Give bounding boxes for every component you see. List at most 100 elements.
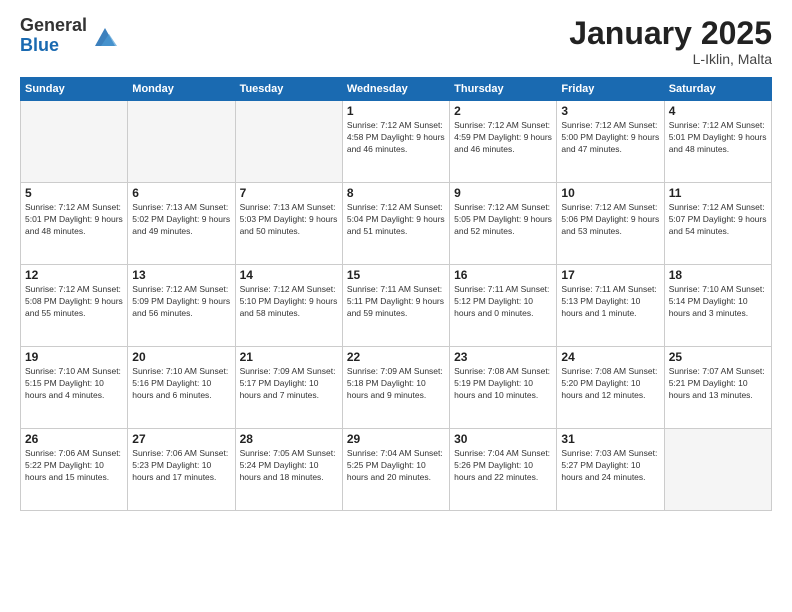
day-cell: 20 Sunrise: 7:10 AM Sunset: 5:16 PM Dayli… [128,347,235,429]
day-number: 29 [347,432,445,446]
day-info: Sunrise: 7:12 AM Sunset: 5:01 PM Dayligh… [669,120,767,156]
day-number: 24 [561,350,659,364]
day-cell: 5Sunrise: 7:12 AM Sunset: 5:01 PM Daylig… [21,183,128,265]
logo-blue: Blue [20,36,87,56]
day-number: 1 [347,104,445,118]
day-cell: 30 Sunrise: 7:04 AM Sunset: 5:26 PM Dayli… [450,429,557,511]
day-info: Sunrise: 7:09 AM Sunset: 5:18 PM Dayligh… [347,366,445,402]
day-cell: 3 Sunrise: 7:12 AM Sunset: 5:00 PM Daylig… [557,101,664,183]
day-info: Sunrise: 7:04 AM Sunset: 5:26 PM Dayligh… [454,448,552,484]
day-info: Sunrise: 7:12 AM Sunset: 5:08 PM Dayligh… [25,284,123,320]
week-row-3: 19Sunrise: 7:10 AM Sunset: 5:15 PM Dayli… [21,347,772,429]
day-number: 18 [669,268,767,282]
day-info: Sunrise: 7:12 AM Sunset: 4:58 PM Dayligh… [347,120,445,156]
day-info: Sunrise: 7:13 AM Sunset: 5:03 PM Dayligh… [240,202,338,238]
day-number: 10 [561,186,659,200]
day-info: Sunrise: 7:07 AM Sunset: 5:21 PM Dayligh… [669,366,767,402]
day-cell: 6 Sunrise: 7:13 AM Sunset: 5:02 PM Daylig… [128,183,235,265]
day-number: 14 [240,268,338,282]
day-cell [128,101,235,183]
day-cell: 17Sunrise: 7:11 AM Sunset: 5:13 PM Dayli… [557,265,664,347]
day-info: Sunrise: 7:05 AM Sunset: 5:24 PM Dayligh… [240,448,338,484]
day-info: Sunrise: 7:11 AM Sunset: 5:12 PM Dayligh… [454,284,552,320]
logo-icon [91,22,119,50]
day-number: 30 [454,432,552,446]
day-cell: 26 Sunrise: 7:06 AM Sunset: 5:22 PM Dayli… [21,429,128,511]
day-info: Sunrise: 7:06 AM Sunset: 5:23 PM Dayligh… [132,448,230,484]
day-info: Sunrise: 7:04 AM Sunset: 5:25 PM Dayligh… [347,448,445,484]
day-cell: 7 Sunrise: 7:13 AM Sunset: 5:03 PM Daylig… [235,183,342,265]
col-header-wednesday: Wednesday [342,78,449,101]
day-cell: 24Sunrise: 7:08 AM Sunset: 5:20 PM Dayli… [557,347,664,429]
day-info: Sunrise: 7:12 AM Sunset: 5:05 PM Dayligh… [454,202,552,238]
day-cell: 23Sunrise: 7:08 AM Sunset: 5:19 PM Dayli… [450,347,557,429]
day-number: 26 [25,432,123,446]
logo-general: General [20,16,87,36]
day-cell: 12Sunrise: 7:12 AM Sunset: 5:08 PM Dayli… [21,265,128,347]
day-number: 7 [240,186,338,200]
day-cell: 14 Sunrise: 7:12 AM Sunset: 5:10 PM Dayli… [235,265,342,347]
day-number: 25 [669,350,767,364]
day-cell: 2 Sunrise: 7:12 AM Sunset: 4:59 PM Daylig… [450,101,557,183]
month-title: January 2025 [569,16,772,51]
logo-text: General Blue [20,16,87,56]
logo: General Blue [20,16,119,56]
day-number: 5 [25,186,123,200]
day-cell: 15Sunrise: 7:11 AM Sunset: 5:11 PM Dayli… [342,265,449,347]
day-number: 2 [454,104,552,118]
day-info: Sunrise: 7:12 AM Sunset: 5:09 PM Dayligh… [132,284,230,320]
day-info: Sunrise: 7:10 AM Sunset: 5:14 PM Dayligh… [669,284,767,320]
day-cell [664,429,771,511]
day-cell: 8 Sunrise: 7:12 AM Sunset: 5:04 PM Daylig… [342,183,449,265]
week-row-2: 12Sunrise: 7:12 AM Sunset: 5:08 PM Dayli… [21,265,772,347]
day-number: 6 [132,186,230,200]
header: General Blue January 2025 L-Iklin, Malta [20,16,772,67]
week-row-1: 5Sunrise: 7:12 AM Sunset: 5:01 PM Daylig… [21,183,772,265]
location: L-Iklin, Malta [569,51,772,67]
day-cell: 27Sunrise: 7:06 AM Sunset: 5:23 PM Dayli… [128,429,235,511]
day-number: 17 [561,268,659,282]
day-info: Sunrise: 7:12 AM Sunset: 5:00 PM Dayligh… [561,120,659,156]
col-header-monday: Monday [128,78,235,101]
day-number: 3 [561,104,659,118]
day-info: Sunrise: 7:12 AM Sunset: 5:06 PM Dayligh… [561,202,659,238]
day-info: Sunrise: 7:10 AM Sunset: 5:16 PM Dayligh… [132,366,230,402]
day-info: Sunrise: 7:13 AM Sunset: 5:02 PM Dayligh… [132,202,230,238]
day-info: Sunrise: 7:10 AM Sunset: 5:15 PM Dayligh… [25,366,123,402]
day-number: 4 [669,104,767,118]
day-cell: 10 Sunrise: 7:12 AM Sunset: 5:06 PM Dayli… [557,183,664,265]
day-cell: 4 Sunrise: 7:12 AM Sunset: 5:01 PM Daylig… [664,101,771,183]
col-header-friday: Friday [557,78,664,101]
day-info: Sunrise: 7:06 AM Sunset: 5:22 PM Dayligh… [25,448,123,484]
day-cell [235,101,342,183]
day-info: Sunrise: 7:12 AM Sunset: 5:10 PM Dayligh… [240,284,338,320]
day-cell [21,101,128,183]
day-number: 31 [561,432,659,446]
day-cell: 18 Sunrise: 7:10 AM Sunset: 5:14 PM Dayli… [664,265,771,347]
col-header-sunday: Sunday [21,78,128,101]
day-info: Sunrise: 7:09 AM Sunset: 5:17 PM Dayligh… [240,366,338,402]
day-info: Sunrise: 7:12 AM Sunset: 5:07 PM Dayligh… [669,202,767,238]
title-area: January 2025 L-Iklin, Malta [569,16,772,67]
day-number: 15 [347,268,445,282]
week-row-4: 26 Sunrise: 7:06 AM Sunset: 5:22 PM Dayli… [21,429,772,511]
day-cell: 28 Sunrise: 7:05 AM Sunset: 5:24 PM Dayli… [235,429,342,511]
day-number: 20 [132,350,230,364]
day-info: Sunrise: 7:12 AM Sunset: 5:04 PM Dayligh… [347,202,445,238]
day-cell: 16 Sunrise: 7:11 AM Sunset: 5:12 PM Dayli… [450,265,557,347]
day-number: 21 [240,350,338,364]
day-number: 16 [454,268,552,282]
day-number: 28 [240,432,338,446]
day-cell: 19Sunrise: 7:10 AM Sunset: 5:15 PM Dayli… [21,347,128,429]
col-header-saturday: Saturday [664,78,771,101]
day-info: Sunrise: 7:12 AM Sunset: 4:59 PM Dayligh… [454,120,552,156]
day-cell: 31 Sunrise: 7:03 AM Sunset: 5:27 PM Dayli… [557,429,664,511]
day-cell: 1 Sunrise: 7:12 AM Sunset: 4:58 PM Daylig… [342,101,449,183]
day-info: Sunrise: 7:03 AM Sunset: 5:27 PM Dayligh… [561,448,659,484]
header-row: SundayMondayTuesdayWednesdayThursdayFrid… [21,78,772,101]
day-cell: 11Sunrise: 7:12 AM Sunset: 5:07 PM Dayli… [664,183,771,265]
day-cell: 13Sunrise: 7:12 AM Sunset: 5:09 PM Dayli… [128,265,235,347]
day-cell: 22Sunrise: 7:09 AM Sunset: 5:18 PM Dayli… [342,347,449,429]
col-header-tuesday: Tuesday [235,78,342,101]
day-number: 8 [347,186,445,200]
